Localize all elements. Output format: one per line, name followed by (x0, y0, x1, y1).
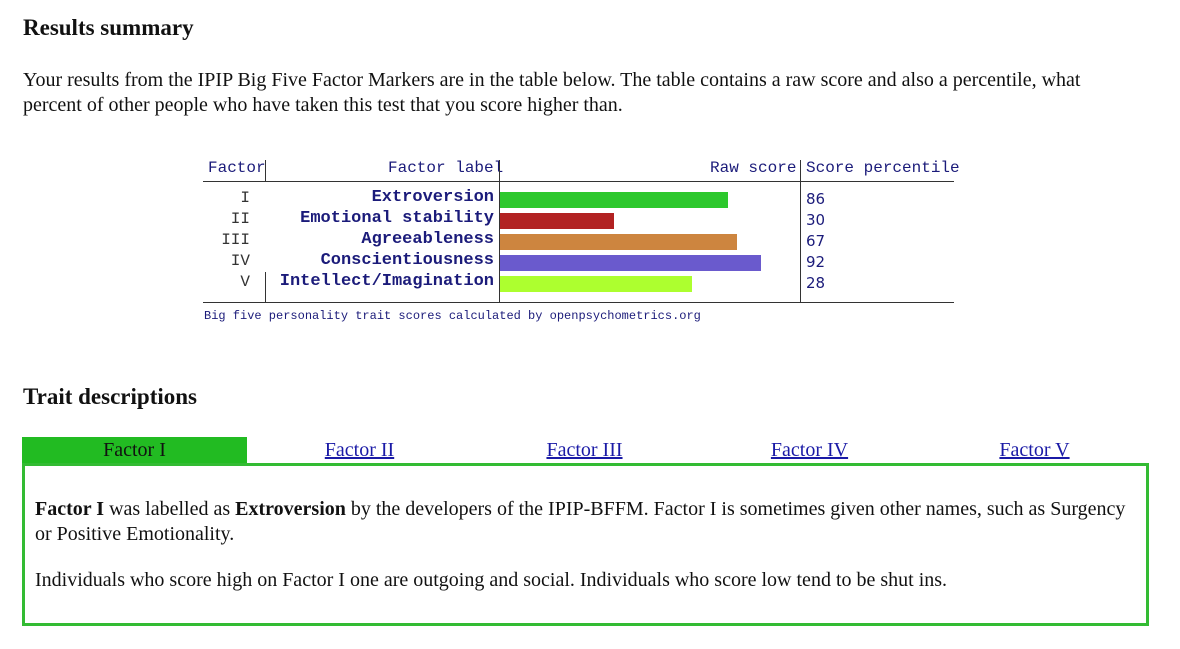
tab-factor-i[interactable]: Factor I (22, 437, 247, 465)
trait-description-panel: Factor I was labelled as Extroversion by… (22, 463, 1149, 626)
factor-roman: V (240, 273, 250, 291)
tab-factor-i-label: Factor I (103, 439, 166, 461)
col-divider-1-top (265, 160, 266, 182)
factor-tabs: Factor I Factor II Factor III Factor IV … (22, 437, 1146, 465)
factor-label: Extroversion (371, 188, 494, 207)
tab-factor-ii[interactable]: Factor II (247, 437, 472, 465)
factor-roman: II (230, 210, 250, 228)
table-caption: Big five personality trait scores calcul… (204, 309, 701, 323)
footer-rule (203, 302, 954, 303)
raw-score-bar (500, 213, 614, 229)
factor-roman: I (240, 189, 250, 207)
tab-factor-v[interactable]: Factor V (922, 437, 1147, 465)
factor-label: Intellect/Imagination (279, 272, 494, 291)
results-intro: Your results from the IPIP Big Five Fact… (23, 69, 1081, 116)
raw-score-bar (500, 192, 728, 208)
header-factor-label: Factor label (388, 159, 504, 177)
text: was labelled as (104, 498, 236, 520)
tab-factor-iii-link[interactable]: Factor III (546, 439, 622, 461)
score-percentile: 67 (806, 232, 826, 250)
raw-score-bar (500, 255, 761, 271)
factor-name: Factor I (35, 498, 105, 520)
score-percentile: 30 (806, 211, 826, 229)
score-percentile: 28 (806, 274, 826, 292)
raw-score-bar (500, 234, 737, 250)
trait-description-intro: Factor I was labelled as Extroversion by… (35, 497, 1135, 547)
trait-name: Extroversion (235, 498, 346, 520)
score-percentile: 86 (806, 190, 826, 208)
traits-heading: Trait descriptions (23, 384, 197, 409)
results-heading: Results summary (23, 15, 194, 40)
header-rule (203, 181, 954, 182)
tab-factor-iii[interactable]: Factor III (472, 437, 697, 465)
header-raw-score: Raw score (710, 159, 797, 177)
col-divider-1-bottom (265, 272, 266, 302)
header-factor: Factor (208, 159, 266, 177)
factor-label: Emotional stability (300, 209, 494, 228)
col-divider-3 (800, 160, 801, 302)
factor-roman: III (221, 231, 250, 249)
factor-label: Conscientiousness (320, 251, 494, 270)
tab-factor-iv[interactable]: Factor IV (697, 437, 922, 465)
tab-factor-iv-link[interactable]: Factor IV (771, 439, 848, 461)
header-score-percentile: Score percentile (806, 159, 960, 177)
raw-score-bar (500, 276, 692, 292)
tab-factor-v-link[interactable]: Factor V (999, 439, 1069, 461)
factor-label: Agreeableness (361, 230, 494, 249)
tab-factor-ii-link[interactable]: Factor II (325, 439, 394, 461)
trait-description-detail: Individuals who score high on Factor I o… (35, 569, 948, 591)
score-percentile: 92 (806, 253, 826, 271)
factor-roman: IV (230, 252, 250, 270)
